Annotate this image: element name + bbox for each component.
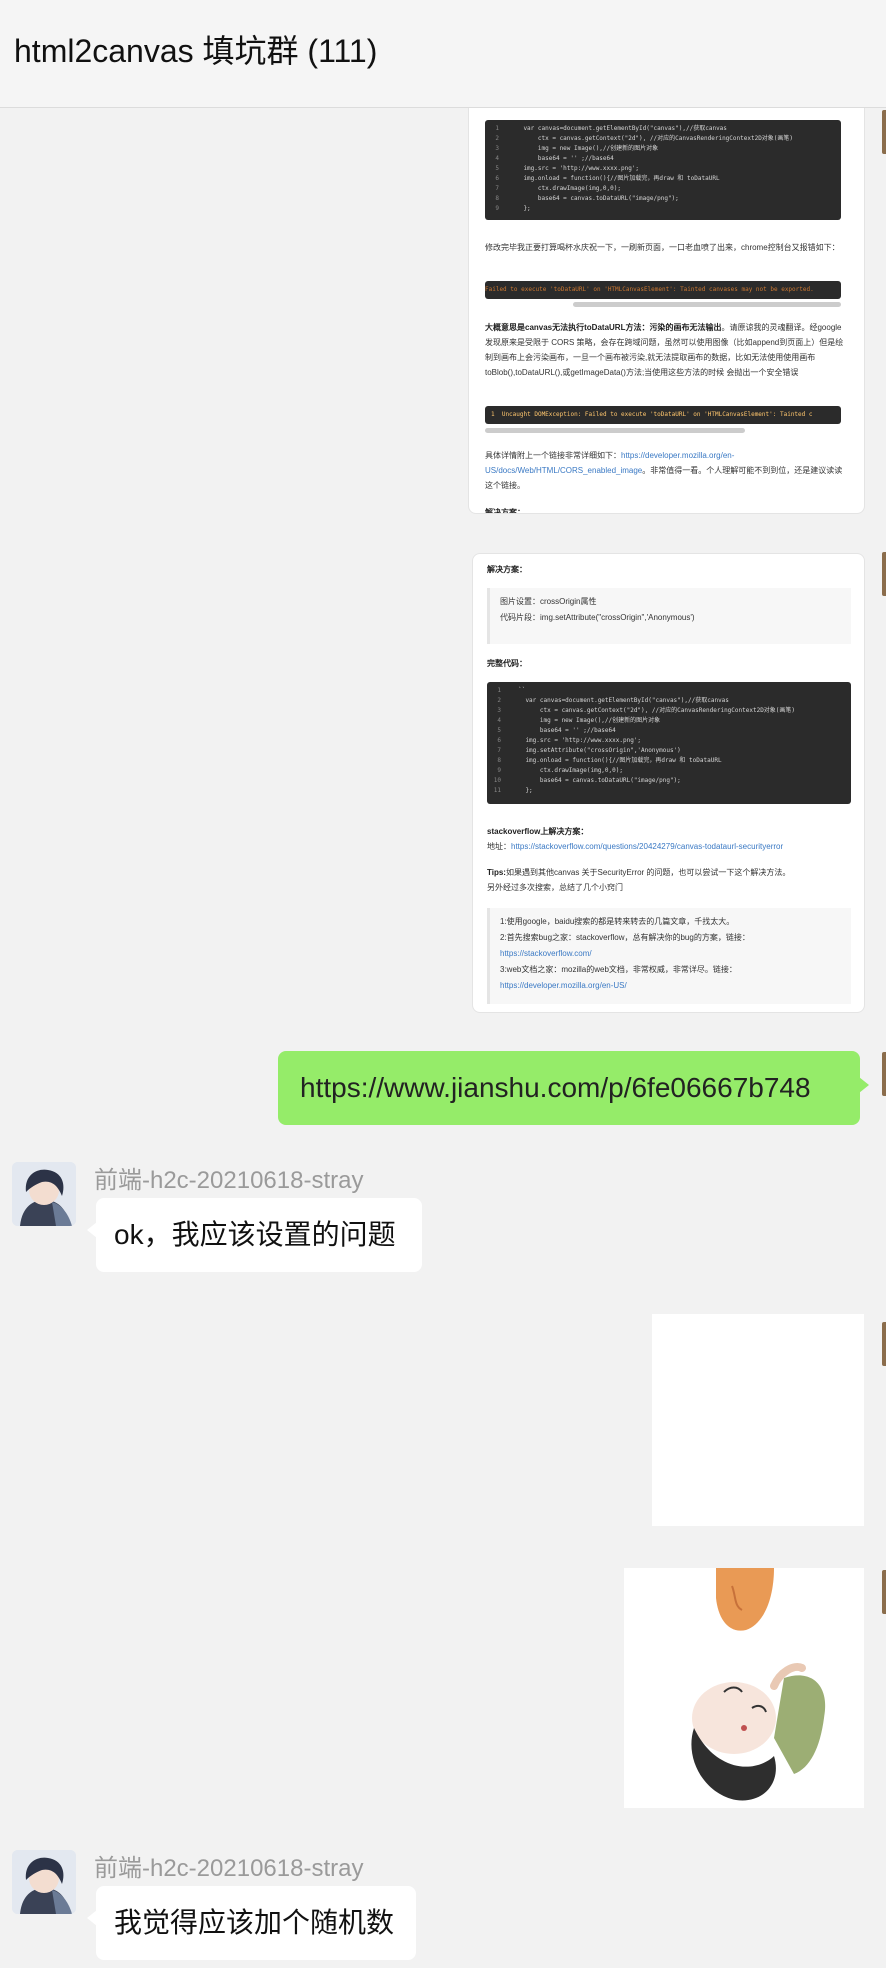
image-message-sticker[interactable] <box>624 1568 864 1808</box>
so-address: 地址：https://stackoverflow.com/questions/2… <box>487 842 784 851</box>
code-line: 11 }; <box>493 787 533 794</box>
anime-avatar-icon <box>12 1162 76 1226</box>
tips: Tips:如果遇到其他canvas 关于SecurityError 的问题，也可… <box>487 868 791 892</box>
error-text: 1 Uncaught DOMException: Failed to execu… <box>491 411 813 418</box>
code-line: 9 ctx.drawImage(img,0,0); <box>497 767 623 774</box>
paragraph: 修改完毕我正要打算喝杯水庆祝一下，一刷新页面，一口老血喷了出来，chrome控制… <box>485 243 840 252</box>
code-line: 10 base64 = canvas.toDataURL("image/png"… <box>493 777 681 784</box>
so-heading: stackoverflow上解决方案： <box>487 827 589 836</box>
own-avatar-edge[interactable] <box>882 110 886 154</box>
own-avatar-edge[interactable] <box>882 1052 886 1096</box>
image-message-blank[interactable] <box>652 1314 864 1526</box>
code-line: 2 ctx = canvas.getContext("2d"), //对应的Ca… <box>495 135 794 142</box>
full-code-heading: 完整代码： <box>487 659 527 668</box>
link-text[interactable]: https://www.jianshu.com/p/6fe06667b748 <box>300 1072 811 1103</box>
code-line: 4 base64 = '' ;//base64 <box>495 155 614 162</box>
code-line: 3 img = new Image(),//创建新的图片对象 <box>495 145 659 152</box>
sender-name: 前端-h2c-20210618-stray <box>94 1855 364 1882</box>
code-line: 5 base64 = '' ;//base64 <box>497 727 616 734</box>
code-line: 2 var canvas=document.getElementById("ca… <box>497 697 729 704</box>
own-avatar-edge[interactable] <box>882 1570 886 1614</box>
code-line: 7 img.setAttribute("crossOrigin",'Anonym… <box>497 747 681 754</box>
screenshot-image-message-2[interactable]: 解决方案： 图片设置：crossOrigin属性 代码片段：img.setAtt… <box>472 553 865 1013</box>
code-line: 5 img.src = 'http://www.xxxx.png'; <box>495 165 640 172</box>
chat-title: html2canvas 填坑群 (111) <box>14 33 378 69</box>
paragraph: 大概意思是canvas无法执行toDataURL方法：污染的画布无法输出。请原谅… <box>485 323 844 377</box>
anime-avatar-icon <box>12 1850 76 1914</box>
incoming-text-message[interactable]: 我觉得应该加个随机数 <box>87 1886 416 1960</box>
solution-heading: 解决方案： <box>487 565 527 574</box>
avatar[interactable] <box>12 1850 76 1914</box>
sender-name: 前端-h2c-20210618-stray <box>94 1167 364 1194</box>
code-block: 1 var canvas=document.getElementById("ca… <box>485 120 841 220</box>
avatar[interactable] <box>12 1162 76 1226</box>
tips-quote: 1:使用google，baidu搜索的都是转来转去的几篇文章，千找太大。 2:首… <box>487 908 851 1004</box>
stackoverflow-link[interactable]: https://stackoverflow.com/questions/2042… <box>511 842 783 851</box>
sticker-illustration-icon <box>691 1568 826 1801</box>
incoming-text-message[interactable]: ok，我应该设置的问题 <box>87 1198 422 1272</box>
code-line: 6 img.onload = function(){//图片加载完，再draw … <box>495 175 720 182</box>
error-block: 1 Uncaught DOMException: Failed to execu… <box>485 406 841 424</box>
code-block: 1 `` 2 var canvas=document.getElementById… <box>487 682 851 804</box>
code-line: 4 img = new Image(),//创建新的图片对象 <box>497 717 661 724</box>
screenshot-image-message-1[interactable]: 1 var canvas=document.getElementById("ca… <box>468 108 865 514</box>
horizontal-scrollbar[interactable] <box>485 428 745 433</box>
mdn-home-link[interactable]: https://developer.mozilla.org/en-US/ <box>500 978 841 994</box>
code-line: 1 `` <box>497 687 526 694</box>
code-line: 9 }; <box>495 205 531 212</box>
error-text: Failed to execute 'toDataURL' on 'HTMLCa… <box>485 286 814 293</box>
code-line: 8 base64 = canvas.toDataURL("image/png")… <box>495 195 679 202</box>
error-block: Failed to execute 'toDataURL' on 'HTMLCa… <box>485 281 841 299</box>
code-line: 7 ctx.drawImage(img,0,0); <box>495 185 621 192</box>
code-line: 3 ctx = canvas.getContext("2d"), //对应的Ca… <box>497 707 796 714</box>
code-line: 1 var canvas=document.getElementById("ca… <box>495 125 727 132</box>
paragraph: 具体详情附上一个链接非常详细如下：https://developer.mozil… <box>485 451 843 490</box>
code-line: 6 img.src = 'http://www.xxxx.png'; <box>497 737 642 744</box>
own-avatar-edge[interactable] <box>882 1322 886 1366</box>
code-line: 8 img.onload = function(){//图片加载完，再draw … <box>497 757 722 764</box>
stackoverflow-home-link[interactable]: https://stackoverflow.com/ <box>500 946 841 962</box>
quote-block: 图片设置：crossOrigin属性 代码片段：img.setAttribute… <box>487 588 851 644</box>
horizontal-scrollbar[interactable] <box>573 302 841 307</box>
own-avatar-edge[interactable] <box>882 552 886 596</box>
cut-heading: 解决方案： <box>485 508 525 514</box>
own-link-message[interactable]: https://www.jianshu.com/p/6fe06667b748 <box>278 1051 869 1125</box>
chat-header: html2canvas 填坑群 (111) <box>0 0 886 108</box>
